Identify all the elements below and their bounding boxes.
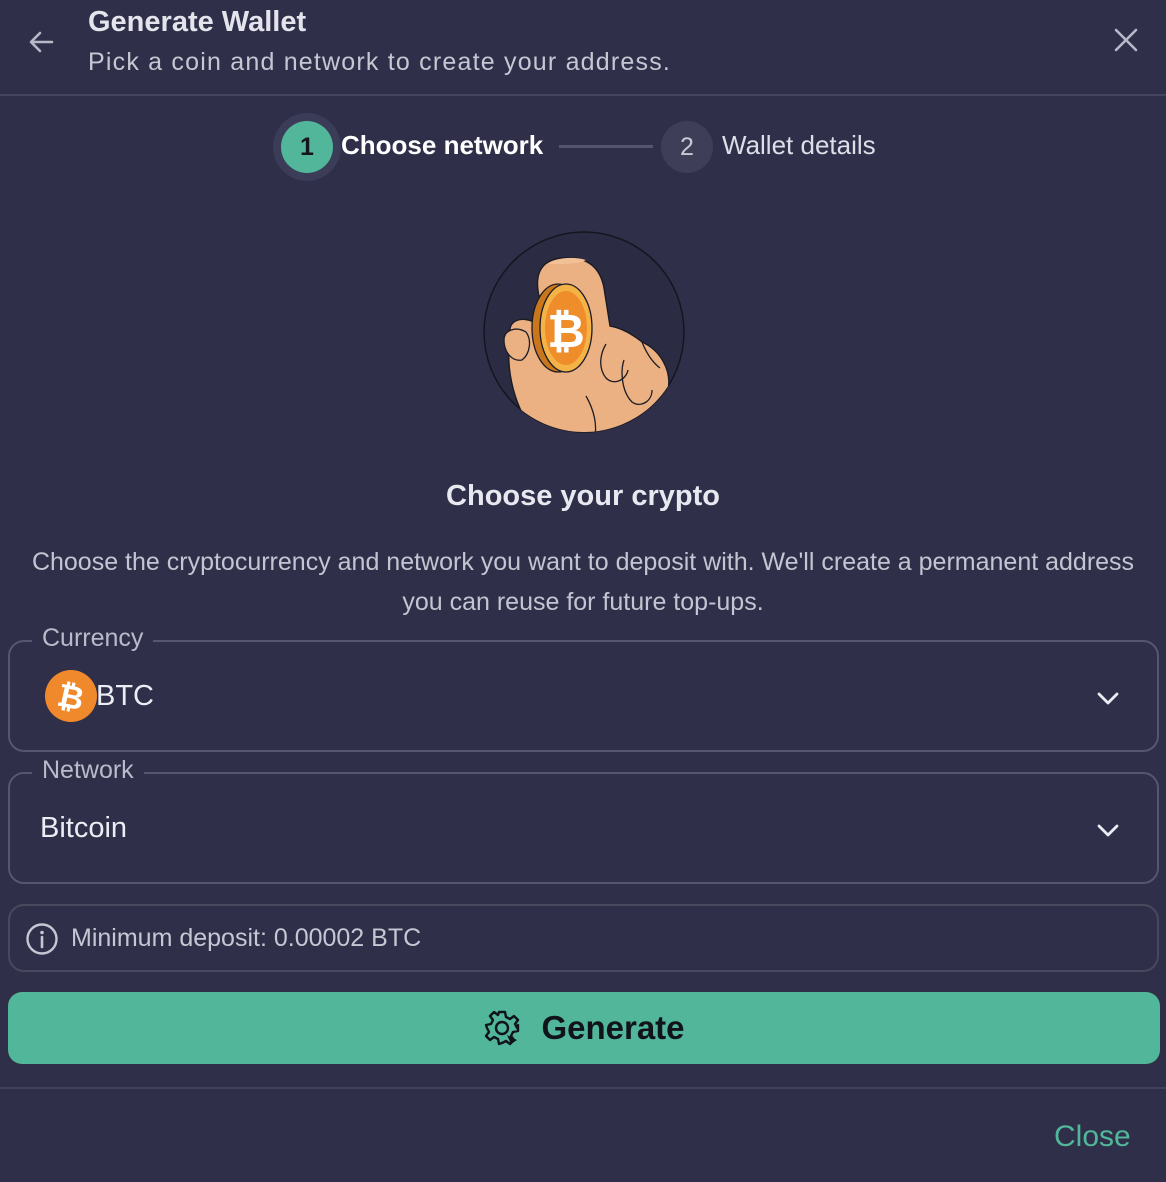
section-title: Choose your crypto xyxy=(446,480,720,512)
arrow-left-icon xyxy=(29,31,54,53)
dialog-subtitle: Pick a coin and network to create your a… xyxy=(88,48,672,76)
step-2-label: Wallet details xyxy=(722,130,876,160)
close-dialog-button[interactable] xyxy=(1106,20,1146,60)
currency-label: Currency xyxy=(32,624,154,653)
section-description: Choose the cryptocurrency and network yo… xyxy=(31,548,1135,616)
chevron-down-icon xyxy=(1097,824,1119,837)
network-select[interactable]: Network Bitcoin xyxy=(8,756,1159,884)
stepper: 1 Choose network 2 Wallet details xyxy=(0,112,1166,182)
network-value: Bitcoin xyxy=(40,812,128,844)
close-button[interactable]: Close xyxy=(1054,1120,1131,1154)
footer-divider xyxy=(0,1087,1166,1089)
info-icon xyxy=(26,923,58,955)
minimum-deposit-notice: Minimum deposit: 0.00002 BTC xyxy=(8,904,1159,972)
step-2-number: 2 xyxy=(661,121,713,173)
close-icon xyxy=(1114,28,1138,52)
svg-text:₿: ₿ xyxy=(547,304,585,358)
step-1-number: 1 xyxy=(281,121,333,173)
currency-select[interactable]: Currency ₿ BTC xyxy=(8,624,1159,752)
step-connector xyxy=(559,145,653,148)
currency-value: BTC xyxy=(96,680,154,712)
step-1-label: Choose network xyxy=(341,130,544,160)
generate-button[interactable]: Generate xyxy=(8,992,1160,1064)
back-button[interactable] xyxy=(22,22,62,62)
gear-icon xyxy=(485,1010,520,1046)
dialog-header: Generate Wallet Pick a coin and network … xyxy=(0,0,1166,96)
minimum-deposit-text: Minimum deposit: 0.00002 BTC xyxy=(71,924,422,952)
generate-label: Generate xyxy=(541,1009,685,1046)
dialog-title: Generate Wallet xyxy=(88,6,307,38)
hand-holding-bitcoin-illustration: ₿ xyxy=(482,230,686,434)
network-label: Network xyxy=(32,756,144,785)
chevron-down-icon xyxy=(1097,692,1119,705)
bitcoin-icon: ₿ xyxy=(45,670,97,722)
